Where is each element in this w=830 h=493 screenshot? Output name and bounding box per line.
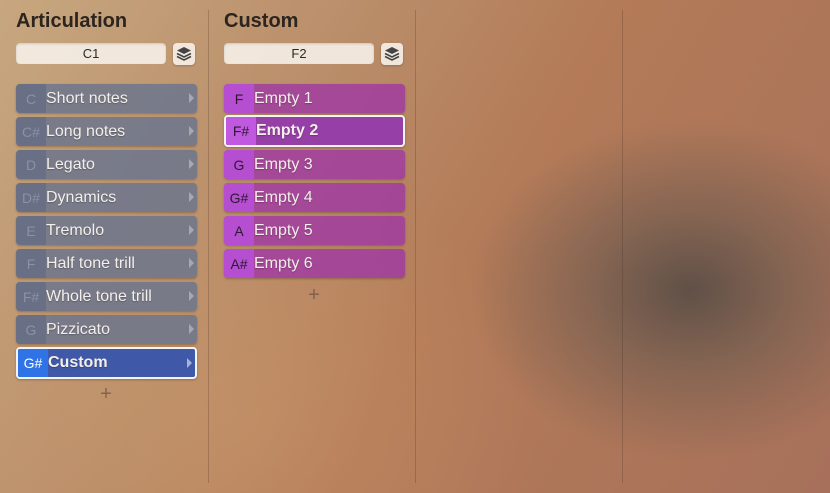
articulation-item-custom[interactable]: G# Custom [16,347,197,379]
plus-icon: + [308,284,320,306]
column-divider [415,10,416,483]
articulation-item-dynamics[interactable]: D# Dynamics [16,183,197,212]
articulation-item-half-tone-trill[interactable]: F Half tone trill [16,249,197,278]
chevron-right-icon [189,192,194,202]
layers-icon [384,47,400,61]
column-divider [622,10,623,483]
chevron-right-icon [189,126,194,136]
item-label: Custom [48,354,108,371]
key-label: G [224,150,254,179]
key-label: C# [16,117,46,146]
articulation-layers-button[interactable] [173,43,195,65]
key-label: A# [224,249,254,278]
key-label: G# [18,349,48,377]
articulation-item-long-notes[interactable]: C# Long notes [16,117,197,146]
item-label: Empty 6 [254,254,313,272]
item-label: Empty 3 [254,155,313,173]
key-label: E [16,216,46,245]
item-label: Empty 4 [254,188,313,206]
custom-item-empty-2[interactable]: F# Empty 2 [224,115,405,147]
item-label: Whole tone trill [46,287,152,305]
custom-item-empty-4[interactable]: G# Empty 4 [224,183,405,212]
item-label: Tremolo [46,221,105,239]
custom-item-empty-1[interactable]: F Empty 1 [224,84,405,113]
item-label: Long notes [46,122,126,140]
key-label: D [16,150,46,179]
key-label: A [224,216,254,245]
chevron-right-icon [187,358,192,368]
item-label: Legato [46,155,95,173]
custom-item-empty-5[interactable]: A Empty 5 [224,216,405,245]
articulation-item-short-notes[interactable]: C Short notes [16,84,197,113]
custom-item-empty-6[interactable]: A# Empty 6 [224,249,405,278]
articulation-key-field[interactable]: C1 [16,43,166,64]
key-label: G# [224,183,254,212]
layers-icon [176,47,192,61]
articulation-add-button[interactable]: + [96,384,116,404]
key-label: C [16,84,46,113]
plus-icon: + [100,383,112,405]
articulation-item-whole-tone-trill[interactable]: F# Whole tone trill [16,282,197,311]
item-label: Empty 1 [254,89,313,107]
column-divider [208,10,209,483]
item-label: Pizzicato [46,320,111,338]
key-label: F# [226,117,256,145]
custom-add-button[interactable]: + [304,285,324,305]
chevron-right-icon [189,159,194,169]
articulation-item-tremolo[interactable]: E Tremolo [16,216,197,245]
chevron-right-icon [189,258,194,268]
custom-item-empty-3[interactable]: G Empty 3 [224,150,405,179]
chevron-right-icon [189,225,194,235]
articulation-title: Articulation [16,10,128,32]
key-label: F# [16,282,46,311]
key-label: F [16,249,46,278]
key-label: F [224,84,254,113]
item-label: Half tone trill [46,254,135,272]
item-label: Empty 2 [256,122,319,139]
articulation-item-legato[interactable]: D Legato [16,150,197,179]
chevron-right-icon [189,93,194,103]
custom-key-field[interactable]: F2 [224,43,374,64]
item-label: Dynamics [46,188,117,206]
item-label: Short notes [46,89,128,107]
key-label: G [16,315,46,344]
articulation-item-pizzicato[interactable]: G Pizzicato [16,315,197,344]
chevron-right-icon [189,324,194,334]
key-label: D# [16,183,46,212]
item-label: Empty 5 [254,221,313,239]
custom-title: Custom [224,10,299,32]
chevron-right-icon [189,291,194,301]
custom-layers-button[interactable] [381,43,403,65]
